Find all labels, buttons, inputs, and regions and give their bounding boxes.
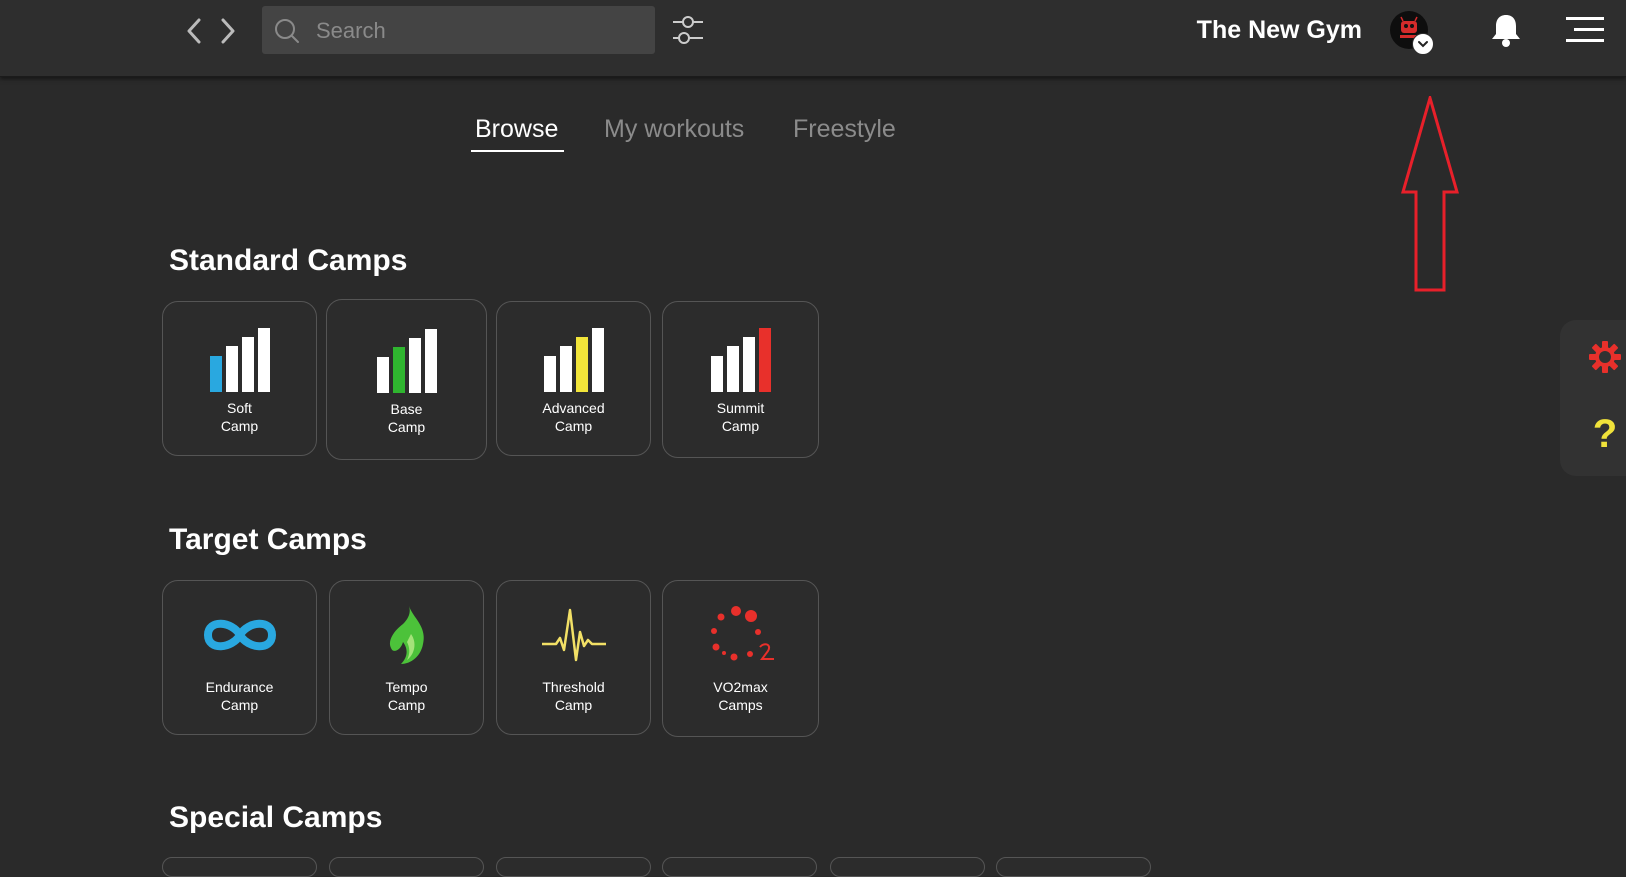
tile-label: Threshold Camp (542, 679, 605, 713)
annotation-arrow-icon (1401, 96, 1459, 292)
tab-my-workouts[interactable]: My workouts (604, 112, 744, 152)
tile-tempo-camp[interactable]: Tempo Camp (329, 580, 484, 735)
tile-special-camp-partial[interactable] (162, 857, 317, 877)
tile-label: VO2max Camps (713, 679, 768, 713)
tab-freestyle[interactable]: Freestyle (793, 112, 896, 152)
bars-red-icon (710, 328, 771, 392)
tile-threshold-camp[interactable]: Threshold Camp (496, 580, 651, 735)
search-input[interactable] (314, 6, 648, 56)
tile-label: Advanced Camp (542, 400, 605, 434)
chevron-down-icon (1418, 41, 1428, 48)
tile-soft-camp[interactable]: Soft Camp (162, 301, 317, 456)
tile-label: Base Camp (387, 401, 426, 435)
search-box[interactable] (262, 6, 655, 56)
tile-base-camp[interactable]: Base Camp (326, 299, 487, 460)
forward-button[interactable] (214, 14, 242, 48)
tab-browse[interactable]: Browse (475, 112, 558, 152)
bars-yellow-icon (543, 328, 604, 392)
tile-special-camp-partial[interactable] (496, 857, 651, 877)
section-title-special-camps: Special Camps (169, 801, 383, 834)
gear-icon[interactable] (1588, 340, 1622, 374)
infinity-icon (203, 619, 276, 651)
tile-special-camp-partial[interactable] (830, 857, 985, 877)
flame-icon (389, 606, 424, 664)
active-tab-indicator (471, 150, 564, 152)
gym-name[interactable]: The New Gym (1160, 12, 1362, 48)
tile-special-camp-partial[interactable] (996, 857, 1151, 877)
back-button[interactable] (180, 14, 208, 48)
chevron-right-icon (221, 18, 235, 44)
chevron-left-icon (187, 18, 201, 44)
help-icon[interactable]: ? (1590, 412, 1620, 456)
bars-green-icon (376, 329, 437, 393)
bell-icon[interactable] (1490, 12, 1522, 48)
search-icon (275, 19, 299, 43)
vo2-dots-icon (710, 606, 774, 661)
section-title-target-camps: Target Camps (169, 523, 367, 556)
account-dropdown-badge[interactable] (1412, 33, 1434, 55)
tile-vo2max-camps[interactable]: VO2max Camps (662, 580, 819, 737)
tile-label: Soft Camp (220, 400, 259, 434)
top-bar: The New Gym (0, 0, 1626, 77)
tile-label: Summit Camp (716, 400, 765, 434)
bars-blue-icon (209, 328, 270, 392)
tile-special-camp-partial[interactable] (329, 857, 484, 877)
hamburger-menu-icon[interactable] (1566, 14, 1604, 46)
tile-special-camp-partial[interactable] (662, 857, 817, 877)
heartbeat-icon (541, 608, 606, 662)
tile-label: Tempo Camp (385, 679, 428, 713)
filter-sliders-icon[interactable] (670, 12, 706, 48)
tile-summit-camp[interactable]: Summit Camp (662, 301, 819, 458)
tile-endurance-camp[interactable]: Endurance Camp (162, 580, 317, 735)
tile-label: Endurance Camp (205, 679, 274, 713)
section-title-standard-camps: Standard Camps (169, 244, 408, 277)
tile-advanced-camp[interactable]: Advanced Camp (496, 301, 651, 456)
